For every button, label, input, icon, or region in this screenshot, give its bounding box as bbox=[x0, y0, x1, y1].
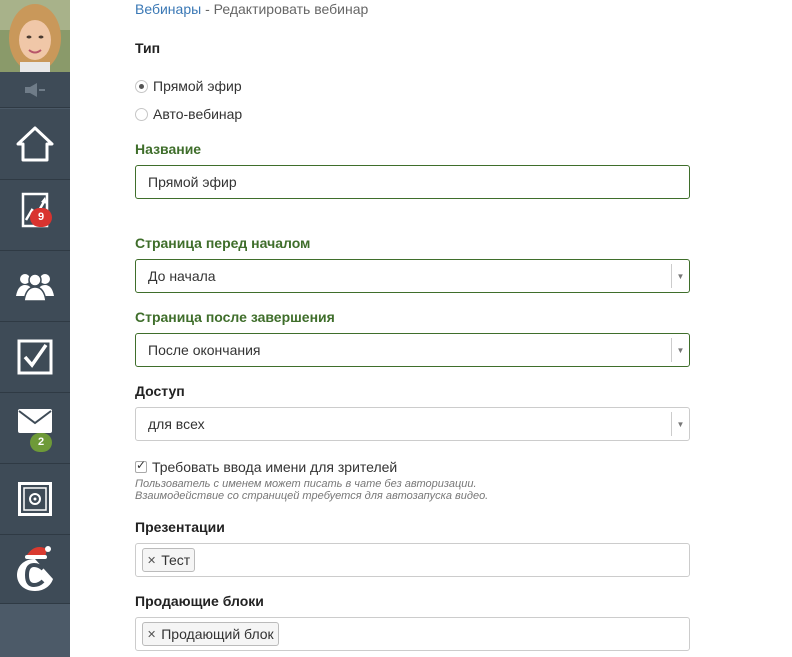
hint-line-2: Взаимодействие со страницей требуется дл… bbox=[135, 490, 489, 502]
block-tag-label: Продающий блок bbox=[161, 626, 274, 642]
sound-toggle[interactable] bbox=[0, 72, 70, 108]
access-value: для всех bbox=[148, 416, 205, 432]
chevron-down-icon: ▼ bbox=[671, 338, 689, 362]
require-name-checkbox[interactable] bbox=[135, 458, 147, 473]
remove-tag-icon[interactable]: ✕ bbox=[147, 554, 156, 567]
before-page-select[interactable]: До начала ▼ bbox=[135, 259, 690, 293]
require-name-row[interactable]: Требовать ввода имени для зрителей bbox=[135, 458, 398, 475]
sidebar: 9 2 bbox=[0, 0, 70, 657]
name-label: Название bbox=[135, 141, 202, 157]
name-input-value: Прямой эфир bbox=[148, 174, 237, 190]
before-page-label: Страница перед началом bbox=[135, 235, 311, 251]
tasks-icon bbox=[17, 339, 53, 375]
nav-home[interactable] bbox=[0, 109, 70, 180]
presentation-tag-label: Тест bbox=[161, 552, 191, 568]
nav-logo[interactable] bbox=[0, 535, 70, 604]
breadcrumb-current: Редактировать вебинар bbox=[213, 1, 369, 17]
nav-mail[interactable]: 2 bbox=[0, 393, 70, 464]
radio-live[interactable] bbox=[135, 79, 148, 93]
users-icon bbox=[16, 273, 54, 302]
require-name-label: Требовать ввода имени для зрителей bbox=[152, 459, 398, 475]
home-icon bbox=[16, 126, 54, 162]
sidebar-filler bbox=[0, 604, 70, 657]
access-label: Доступ bbox=[135, 383, 185, 399]
name-input[interactable]: Прямой эфир bbox=[135, 165, 690, 199]
hint-line-1: Пользователь с именем может писать в чат… bbox=[135, 478, 477, 490]
type-option-auto-label: Авто-вебинар bbox=[153, 106, 243, 122]
access-select[interactable]: для всех ▼ bbox=[135, 407, 690, 441]
type-option-live[interactable]: Прямой эфир bbox=[135, 78, 242, 94]
breadcrumb-webinars-link[interactable]: Вебинары bbox=[135, 1, 201, 17]
remove-tag-icon[interactable]: ✕ bbox=[147, 628, 156, 641]
before-page-value: До начала bbox=[148, 268, 216, 284]
stats-badge: 9 bbox=[30, 208, 53, 227]
presentation-tag[interactable]: ✕ Тест bbox=[142, 548, 196, 572]
breadcrumb: Вебинары - Редактировать вебинар bbox=[135, 1, 368, 17]
block-tag[interactable]: ✕ Продающий блок bbox=[142, 622, 279, 646]
chevron-down-icon: ▼ bbox=[671, 412, 689, 436]
chevron-down-icon: ▼ bbox=[671, 264, 689, 288]
type-option-live-label: Прямой эфир bbox=[153, 78, 242, 94]
after-page-value: После окончания bbox=[148, 342, 261, 358]
presentations-input[interactable]: ✕ Тест bbox=[135, 543, 690, 577]
safe-icon bbox=[18, 482, 52, 516]
after-page-select[interactable]: После окончания ▼ bbox=[135, 333, 690, 367]
blocks-label: Продающие блоки bbox=[135, 593, 264, 609]
logo-c-icon bbox=[17, 546, 53, 597]
after-page-label: Страница после завершения bbox=[135, 309, 335, 325]
presentations-label: Презентации bbox=[135, 519, 225, 535]
blocks-input[interactable]: ✕ Продающий блок bbox=[135, 617, 690, 651]
mail-icon bbox=[18, 409, 52, 433]
type-option-auto[interactable]: Авто-вебинар bbox=[135, 106, 242, 122]
nav-tasks[interactable] bbox=[0, 322, 70, 393]
speaker-icon bbox=[25, 82, 45, 97]
nav-stats[interactable]: 9 bbox=[0, 180, 70, 251]
nav-users[interactable] bbox=[0, 251, 70, 322]
messages-badge: 2 bbox=[30, 433, 53, 452]
nav-safe[interactable] bbox=[0, 464, 70, 535]
avatar[interactable] bbox=[0, 0, 70, 72]
breadcrumb-separator: - bbox=[205, 1, 210, 17]
type-label: Тип bbox=[135, 40, 161, 56]
radio-auto[interactable] bbox=[135, 107, 148, 121]
